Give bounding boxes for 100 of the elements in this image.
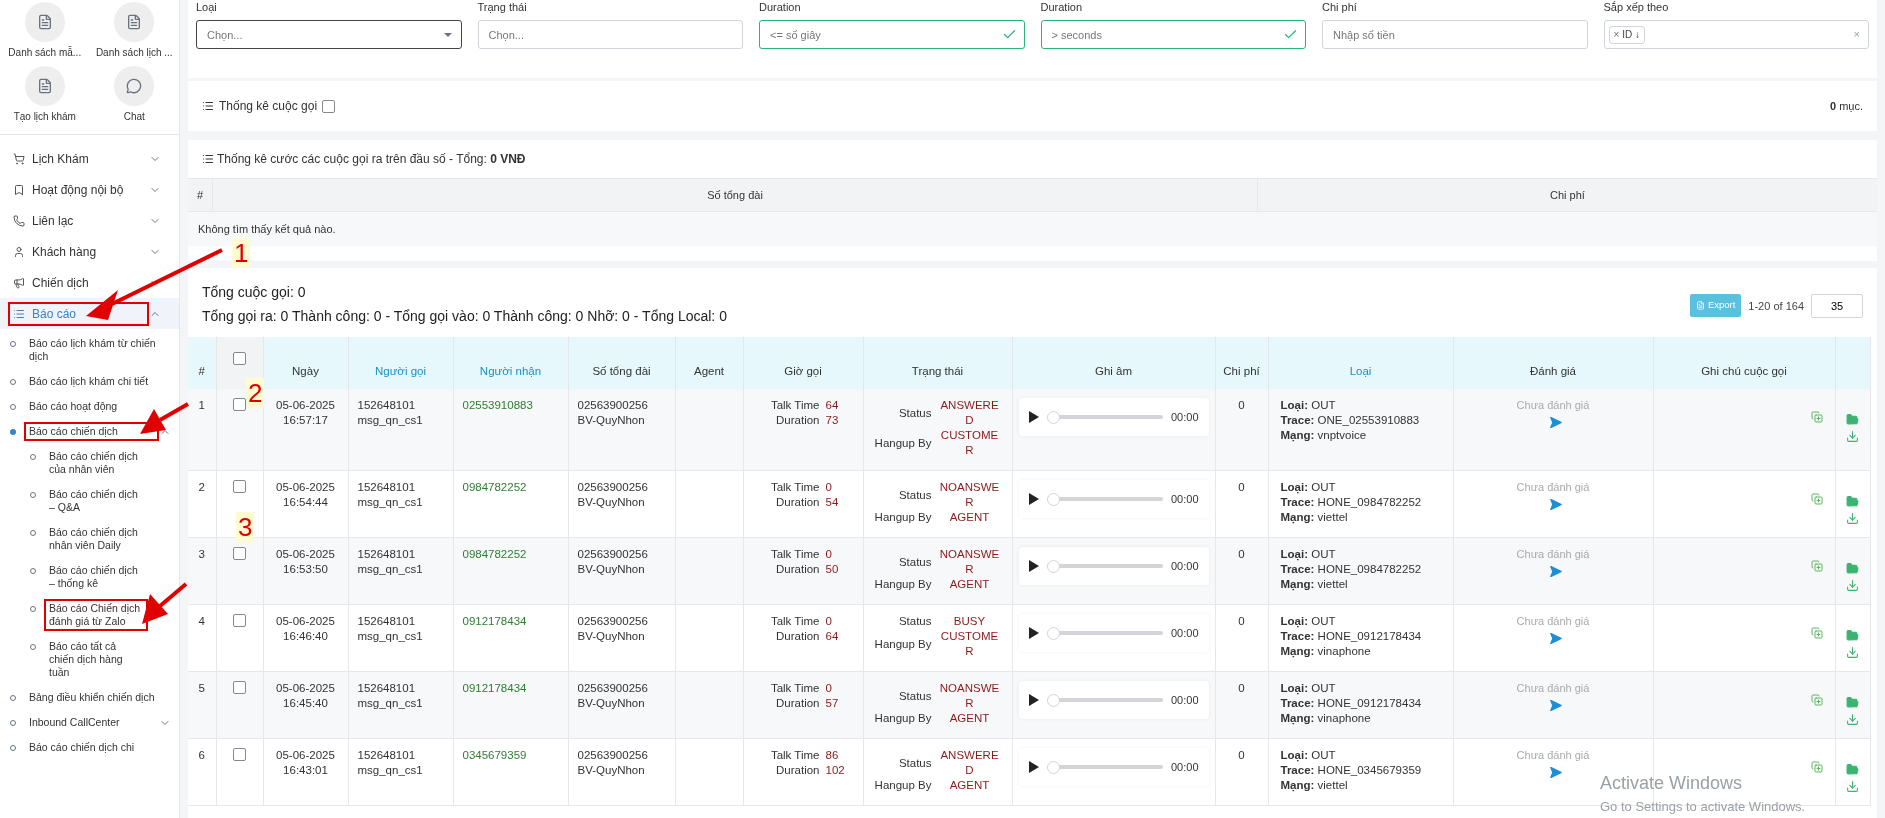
- menu-item-row[interactable]: Liên lạc: [0, 205, 179, 236]
- row-number: 4: [188, 604, 216, 672]
- play-icon[interactable]: [1028, 560, 1039, 572]
- audio-slider[interactable]: [1046, 492, 1163, 506]
- input-field[interactable]: Chọn...: [477, 20, 743, 49]
- callee-number[interactable]: 0345679359: [462, 749, 527, 761]
- checkbox[interactable]: [233, 547, 246, 560]
- play-icon[interactable]: [1028, 761, 1039, 773]
- add-note-icon[interactable]: [1810, 761, 1823, 773]
- download-icon[interactable]: [1846, 646, 1859, 659]
- play-icon[interactable]: [1028, 493, 1039, 505]
- menu-item-row[interactable]: Báo cáo: [0, 298, 179, 329]
- download-icon[interactable]: [1846, 713, 1859, 726]
- play-icon[interactable]: [1028, 411, 1039, 423]
- hangup-value: AGENT: [948, 778, 991, 793]
- menu-item[interactable]: Báo cáo chiến dịch: [24, 422, 159, 441]
- checkbox[interactable]: [233, 352, 246, 365]
- callee-number[interactable]: 0984782252: [462, 548, 527, 560]
- sortable-column-header[interactable]: Người gọi: [374, 365, 426, 377]
- menu-item[interactable]: Báo cáo tất cả chiến dịch hàng tuần: [44, 637, 148, 682]
- download-icon[interactable]: [1846, 512, 1859, 525]
- callee-number[interactable]: 0912178434: [462, 615, 527, 627]
- play-icon[interactable]: [1028, 627, 1039, 639]
- checkbox[interactable]: [233, 614, 246, 627]
- menu-item-row[interactable]: Lịch Khám: [0, 143, 179, 174]
- menu-item[interactable]: Báo cáo chiến dịch của nhân viên: [44, 447, 148, 479]
- shortcut-button[interactable]: [114, 66, 155, 106]
- column-header: Ghi chú cuộc gọi: [1701, 365, 1787, 377]
- menu-item[interactable]: Bảng điều khiển chiến dịch: [24, 688, 171, 707]
- menu-item[interactable]: Báo cáo lịch khám chi tiết: [24, 372, 171, 391]
- slider-thumb[interactable]: [1046, 492, 1060, 506]
- hangup-label: Hangup By: [873, 711, 932, 726]
- folder-icon[interactable]: [1846, 495, 1859, 508]
- page-size-field[interactable]: 35: [1811, 294, 1863, 318]
- trunk-number: 02563900256: [577, 748, 649, 763]
- menu-item[interactable]: Báo cáo hoạt động: [24, 397, 171, 416]
- folder-icon[interactable]: [1846, 696, 1859, 709]
- slider-thumb[interactable]: [1046, 693, 1060, 707]
- call-date: 05-06-2025: [275, 398, 336, 413]
- talk-time-value: 86: [825, 748, 840, 763]
- checkbox[interactable]: [233, 681, 246, 694]
- network-line: Mạng: vnptvoice: [1280, 428, 1368, 443]
- add-note-icon[interactable]: [1810, 627, 1823, 639]
- callee-number[interactable]: 0984782252: [462, 481, 527, 493]
- menu-item[interactable]: Báo cáo Chiến dịch đánh giá từ Zalo: [44, 599, 148, 631]
- shortcut-button[interactable]: [114, 2, 155, 42]
- add-note-icon[interactable]: [1810, 694, 1823, 706]
- add-note-icon[interactable]: [1810, 560, 1823, 572]
- audio-slider[interactable]: [1046, 410, 1163, 424]
- slider-thumb[interactable]: [1046, 410, 1060, 424]
- download-icon[interactable]: [1846, 579, 1859, 592]
- checkbox[interactable]: [233, 398, 246, 411]
- talk-time-value: 0: [825, 547, 833, 562]
- download-icon[interactable]: [1846, 780, 1859, 793]
- download-icon[interactable]: [1846, 430, 1859, 443]
- add-note-icon[interactable]: [1810, 493, 1823, 505]
- menu-item-row[interactable]: Chiến dịch: [0, 267, 179, 298]
- menu-item[interactable]: Báo cáo chiến dịch – thống kê: [44, 561, 148, 593]
- input-field[interactable]: <= số giây: [759, 20, 1025, 49]
- callee-number[interactable]: 02553910883: [462, 399, 533, 411]
- audio-slider[interactable]: [1046, 559, 1163, 573]
- select-field[interactable]: Chọn...: [196, 20, 462, 49]
- menu-item[interactable]: Báo cáo chiến dịch – Q&A: [44, 485, 148, 517]
- play-icon[interactable]: [1028, 694, 1039, 706]
- sort-select[interactable]: × ID ↓ ×: [1603, 20, 1869, 49]
- folder-icon[interactable]: [1846, 562, 1859, 575]
- caller-id: 152648101: [357, 748, 417, 763]
- duration-label: Duration: [775, 562, 820, 577]
- menu-item-row[interactable]: Khách hàng: [0, 236, 179, 267]
- audio-slider[interactable]: [1046, 626, 1163, 640]
- menu-item[interactable]: Báo cáo lịch khám từ chiến dịch: [24, 334, 171, 366]
- call-date: 05-06-2025: [275, 480, 336, 495]
- shortcut-button[interactable]: [24, 66, 65, 106]
- checkbox[interactable]: [233, 748, 246, 761]
- menu-item-row[interactable]: Hoạt động nội bộ: [0, 174, 179, 205]
- checkbox[interactable]: [322, 99, 336, 113]
- audio-slider[interactable]: [1046, 760, 1163, 774]
- audio-slider[interactable]: [1046, 693, 1163, 707]
- add-note-icon[interactable]: [1810, 411, 1823, 423]
- input-field[interactable]: Nhập số tiền: [1322, 20, 1588, 49]
- folder-icon[interactable]: [1846, 413, 1859, 426]
- slider-thumb[interactable]: [1046, 760, 1060, 774]
- row-number: 1: [188, 389, 216, 471]
- checkbox[interactable]: [233, 480, 246, 493]
- sort-tag[interactable]: × ID ↓: [1608, 25, 1646, 44]
- slider-thumb[interactable]: [1046, 559, 1060, 573]
- status-value: NOANSWER: [938, 681, 1001, 711]
- tag-remove-button[interactable]: ×: [1613, 27, 1620, 42]
- slider-thumb[interactable]: [1046, 626, 1060, 640]
- folder-icon[interactable]: [1846, 629, 1859, 642]
- menu-item[interactable]: Báo cáo chiến dịch nhân viên Daily: [44, 523, 148, 555]
- input-field[interactable]: > seconds: [1040, 20, 1306, 49]
- callee-number[interactable]: 0912178434: [462, 682, 527, 694]
- menu-item[interactable]: Inbound CallCenter: [24, 713, 159, 732]
- call-date: 05-06-2025: [275, 614, 336, 629]
- duration-label: Duration: [775, 413, 820, 428]
- menu-item[interactable]: Báo cáo chiến dịch chi: [24, 738, 171, 757]
- sortable-column-header[interactable]: Người nhận: [479, 365, 542, 377]
- shortcut-button[interactable]: [24, 2, 65, 42]
- folder-icon[interactable]: [1846, 763, 1859, 776]
